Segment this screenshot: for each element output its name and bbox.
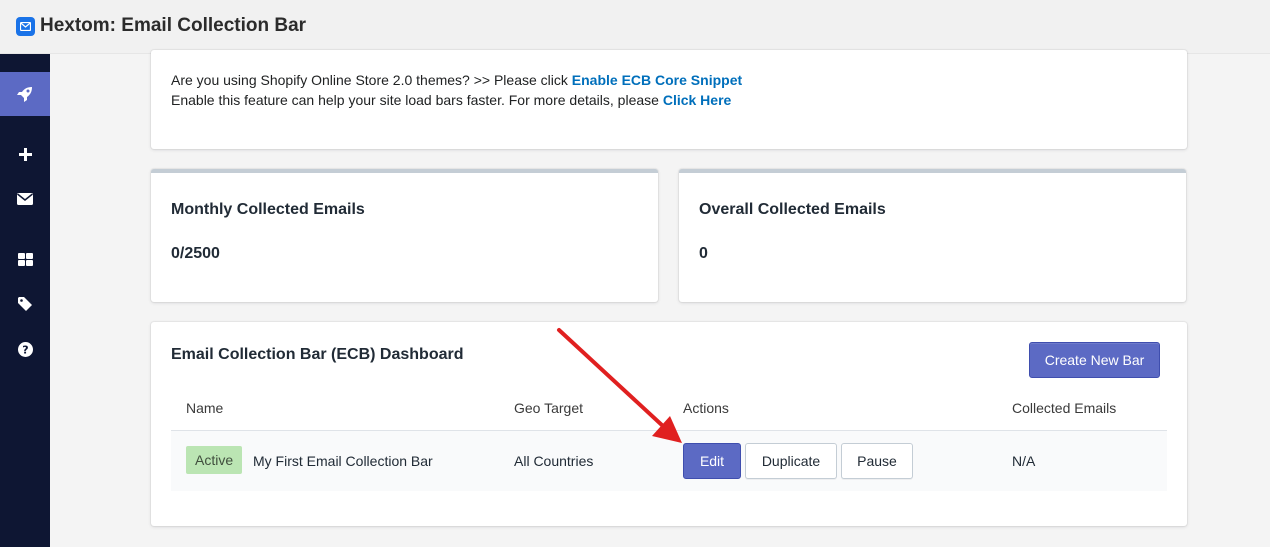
column-header-name: Name [186,400,224,416]
envelope-icon [16,17,35,36]
column-header-actions: Actions [683,400,729,416]
app-title: Hextom: Email Collection Bar [40,15,307,36]
edit-button[interactable]: Edit [683,443,741,479]
monthly-emails-value: 0/2500 [171,245,220,262]
envelope-icon [17,193,33,205]
enable-ecb-core-snippet-link[interactable]: Enable ECB Core Snippet [572,72,742,88]
status-badge: Active [186,446,243,474]
rocket-icon [17,87,32,102]
sidebar-item-add[interactable] [0,134,50,174]
create-new-bar-button[interactable]: Create New Bar [1029,342,1160,378]
sidebar-item-tags[interactable] [0,284,50,324]
plus-icon [18,147,32,161]
collected-emails-value: N/A [1012,453,1036,469]
dashboard-card: Email Collection Bar (ECB) Dashboard Cre… [151,322,1187,526]
pause-button[interactable]: Pause [841,443,913,479]
help-icon: ? [17,341,33,357]
notice-line-2: Enable this feature can help your site l… [171,92,732,108]
column-header-collected-emails: Collected Emails [1012,400,1117,416]
top-bar: Hextom: Email Collection Bar [0,0,1270,54]
geo-target-value: All Countries [514,453,594,469]
svg-text:?: ? [22,343,28,356]
sidebar-item-emails[interactable] [0,179,50,219]
sidebar-item-launch[interactable] [0,72,50,116]
monthly-emails-card: Monthly Collected Emails 0/2500 [151,169,658,302]
bar-name: My First Email Collection Bar [253,453,433,469]
grid-icon [17,252,33,266]
monthly-emails-title: Monthly Collected Emails [171,201,365,218]
sidebar-item-apps[interactable] [0,239,50,279]
click-here-link[interactable]: Click Here [663,92,731,108]
overall-emails-card: Overall Collected Emails 0 [679,169,1186,302]
main-content: Are you using Shopify Online Store 2.0 t… [50,50,1270,547]
duplicate-button[interactable]: Duplicate [745,443,837,479]
notice-card: Are you using Shopify Online Store 2.0 t… [151,50,1187,149]
overall-emails-value: 0 [699,245,708,262]
sidebar: ? [0,54,50,547]
dashboard-title: Email Collection Bar (ECB) Dashboard [171,346,464,363]
overall-emails-title: Overall Collected Emails [699,201,886,218]
notice-line-1: Are you using Shopify Online Store 2.0 t… [171,72,743,88]
column-header-geo-target: Geo Target [514,400,584,416]
tag-icon [18,297,32,311]
sidebar-item-help[interactable]: ? [0,329,50,369]
